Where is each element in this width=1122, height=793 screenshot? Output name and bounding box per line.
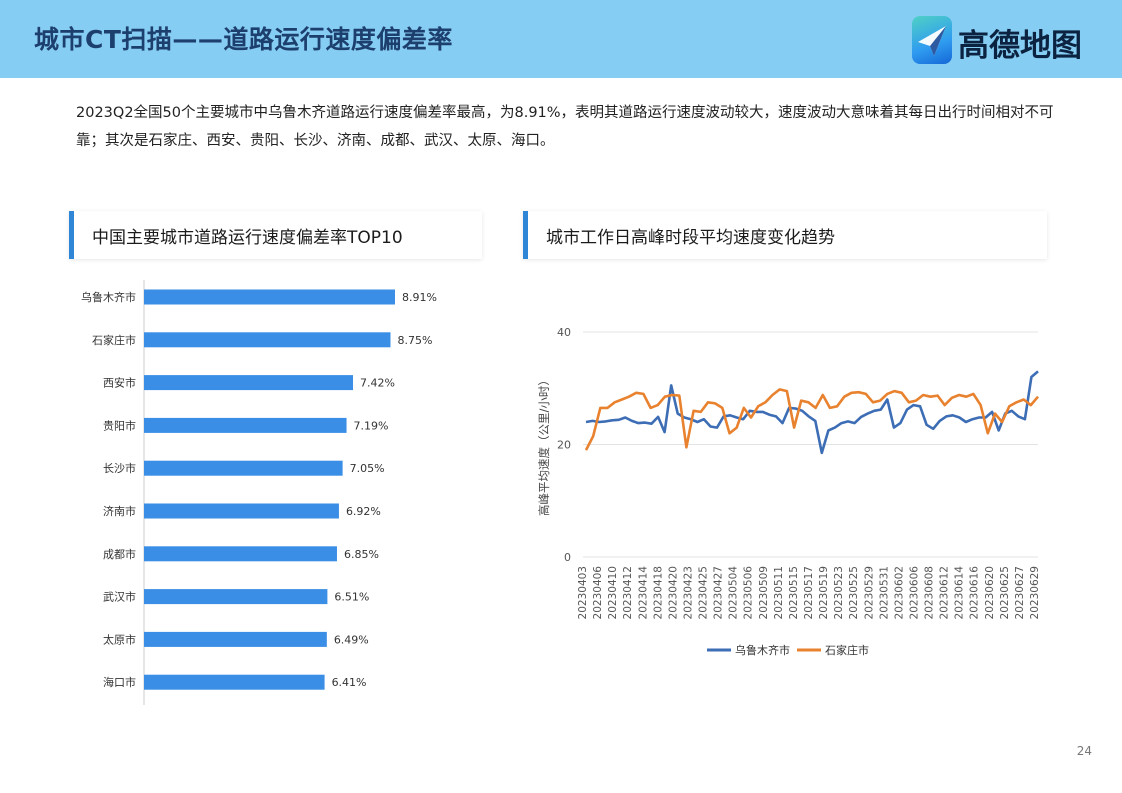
logo-text: 高德地图 — [958, 28, 1082, 64]
bar — [144, 460, 343, 476]
x-tick-label: 20230511 — [773, 566, 785, 619]
x-tick-label: 20230620 — [984, 566, 996, 619]
left-card-title: 中国主要城市道路运行速度偏差率TOP10 — [92, 228, 403, 248]
series-line-2 — [584, 388, 1039, 451]
bar — [144, 674, 325, 690]
x-tick-label: 20230529 — [863, 566, 875, 619]
legend-label: 乌鲁木齐市 — [735, 643, 790, 657]
bar-value-label: 8.91% — [402, 291, 437, 304]
x-tick-label: 20230602 — [893, 566, 905, 619]
bar — [144, 417, 347, 433]
y-tick-label: 40 — [557, 326, 571, 339]
x-tick-label: 20230616 — [969, 566, 981, 620]
x-tick-label: 20230525 — [848, 566, 860, 619]
x-tick-label: 20230427 — [713, 566, 725, 619]
x-tick-label: 20230625 — [999, 566, 1011, 619]
bar-value-label: 6.85% — [344, 548, 379, 561]
summary-text: 2023Q2全国50个主要城市中乌鲁木齐道路运行速度偏差率最高，为8.91%，表… — [76, 105, 1054, 149]
bar-category-label: 贵阳市 — [103, 418, 136, 432]
x-tick-label: 20230629 — [1029, 566, 1041, 619]
x-tick-label: 20230606 — [908, 566, 920, 620]
page-title: 城市CT扫描——道路运行速度偏差率 — [34, 25, 453, 54]
bar-category-label: 济南市 — [103, 504, 136, 518]
series-line-1 — [585, 370, 1039, 455]
x-tick-label: 20230425 — [698, 566, 710, 619]
bar-category-label: 太原市 — [103, 632, 136, 646]
x-tick-label: 20230423 — [682, 566, 694, 619]
bar — [144, 546, 337, 562]
x-tick-label: 20230519 — [818, 566, 830, 619]
bar-value-label: 7.05% — [350, 462, 385, 475]
x-tick-label: 20230412 — [622, 566, 634, 619]
y-tick-label: 0 — [564, 551, 571, 564]
y-tick-label: 20 — [557, 439, 571, 452]
bar — [144, 332, 391, 348]
bar-value-label: 6.41% — [332, 676, 367, 689]
amap-logo: 高德地图 — [912, 16, 1092, 66]
x-tick-label: 20230509 — [758, 566, 770, 619]
bar-value-label: 6.49% — [334, 633, 369, 646]
bar-value-label: 7.19% — [354, 419, 389, 432]
legend-label: 石家庄市 — [825, 643, 869, 657]
x-tick-label: 20230420 — [667, 566, 679, 619]
right-card-header: 城市工作日高峰时段平均速度变化趋势 — [523, 211, 1047, 259]
x-tick-label: 20230523 — [833, 566, 845, 619]
x-tick-label: 20230406 — [592, 566, 604, 620]
logo-icon — [912, 16, 952, 64]
y-axis-label: 高峰平均速度（公里/小时） — [537, 374, 551, 516]
x-tick-label: 20230418 — [652, 566, 664, 619]
bar — [144, 375, 354, 391]
bar — [144, 631, 327, 647]
x-tick-label: 20230410 — [607, 566, 619, 619]
right-card-title: 城市工作日高峰时段平均速度变化趋势 — [546, 228, 835, 248]
bar — [144, 289, 395, 305]
bar — [144, 589, 328, 605]
x-tick-label: 20230504 — [728, 566, 740, 620]
bar-value-label: 6.92% — [346, 505, 381, 518]
left-card-header: 中国主要城市道路运行速度偏差率TOP10 — [69, 211, 482, 259]
bar-category-label: 西安市 — [103, 376, 136, 390]
x-tick-label: 20230627 — [1014, 566, 1026, 619]
bar-category-label: 成都市 — [103, 547, 136, 561]
x-tick-label: 20230414 — [637, 566, 649, 620]
x-tick-label: 20230612 — [939, 566, 951, 619]
paper-plane-icon — [918, 26, 946, 56]
bar-category-label: 长沙市 — [103, 461, 136, 475]
bar-value-label: 8.75% — [397, 334, 432, 347]
x-tick-label: 20230517 — [803, 566, 815, 619]
bar-category-label: 石家庄市 — [92, 333, 136, 347]
x-tick-label: 20230515 — [788, 566, 800, 619]
x-tick-label: 20230608 — [924, 566, 936, 619]
x-tick-label: 20230403 — [577, 566, 589, 619]
x-tick-label: 20230506 — [743, 566, 755, 620]
bar-value-label: 6.51% — [334, 591, 369, 604]
page-number: 24 — [1076, 744, 1092, 758]
bar-value-label: 7.42% — [360, 377, 395, 390]
x-tick-label: 20230614 — [954, 566, 966, 620]
bar-category-label: 海口市 — [103, 675, 136, 689]
x-tick-label: 20230531 — [878, 566, 890, 619]
bar-category-label: 乌鲁木齐市 — [81, 290, 136, 304]
bar — [144, 503, 339, 519]
bar-category-label: 武汉市 — [103, 590, 136, 604]
